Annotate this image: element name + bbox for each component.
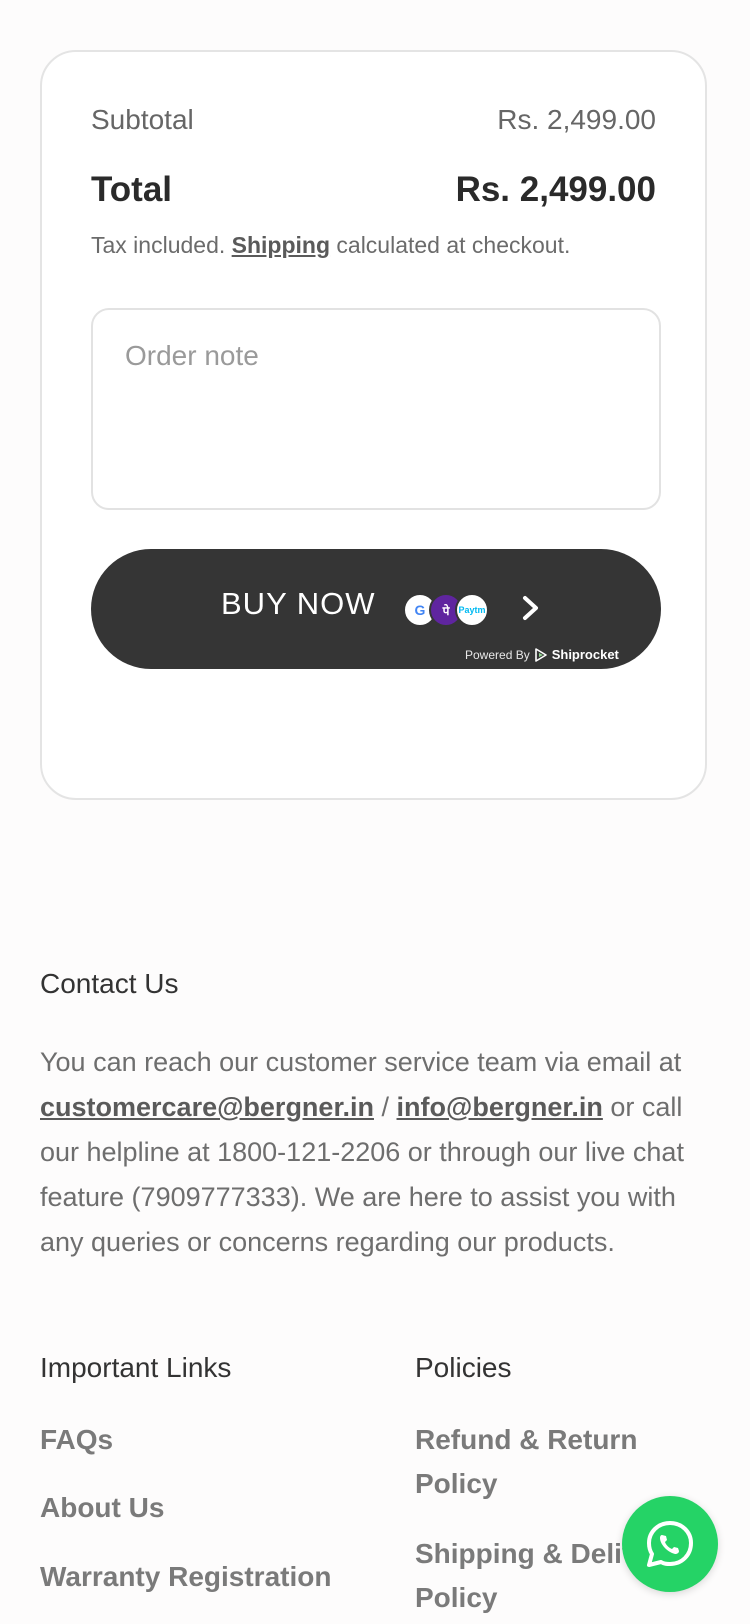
contact-us-text: You can reach our customer service team … (40, 1040, 720, 1265)
powered-by-label: Powered By (465, 647, 530, 662)
order-note-field[interactable] (91, 308, 661, 510)
about-us-link[interactable]: About Us (40, 1486, 164, 1530)
shiprocket-logo-icon (534, 647, 547, 662)
customercare-email-link[interactable]: customercare@bergner.in (40, 1092, 374, 1122)
tax-prefix: Tax included. (91, 232, 226, 258)
email-separator: / (381, 1092, 389, 1122)
important-links-heading: Important Links (40, 1352, 232, 1383)
info-email-link[interactable]: info@bergner.in (397, 1092, 603, 1122)
refund-return-policy-link[interactable]: Refund & Return Policy (415, 1418, 715, 1506)
total-label: Total (91, 170, 173, 209)
subtotal-row: Subtotal Rs. 2,499.00 (91, 104, 656, 136)
paytm-icon: Paytm (455, 593, 489, 627)
contact-text-intro: You can reach our customer service team … (40, 1047, 682, 1077)
chevron-right-icon (523, 596, 538, 620)
shipping-link[interactable]: Shipping (232, 232, 330, 258)
subtotal-label: Subtotal (91, 104, 194, 135)
total-row: Total Rs. 2,499.00 (91, 170, 656, 210)
policies-heading: Policies (415, 1352, 512, 1383)
warranty-registration-link[interactable]: Warranty Registration (40, 1555, 331, 1599)
subtotal-value: Rs. 2,499.00 (497, 104, 656, 135)
tax-note: Tax included. Shipping calculated at che… (91, 232, 570, 259)
tax-suffix: calculated at checkout. (336, 232, 571, 258)
buy-now-button[interactable]: BUY NOW G पे Paytm Powered By Shiprocket (91, 549, 661, 669)
cart-summary-card: Subtotal Rs. 2,499.00 Total Rs. 2,499.00… (40, 50, 707, 800)
whatsapp-chat-button[interactable] (622, 1496, 718, 1592)
total-value: Rs. 2,499.00 (455, 170, 656, 209)
payment-icons: G पे Paytm (403, 593, 489, 627)
faqs-link[interactable]: FAQs (40, 1418, 113, 1462)
buy-now-label: BUY NOW (221, 586, 376, 621)
powered-by: Powered By Shiprocket (465, 647, 619, 662)
contact-us-heading: Contact Us (40, 968, 179, 999)
whatsapp-icon (647, 1521, 693, 1567)
shiprocket-brand: Shiprocket (551, 647, 619, 662)
